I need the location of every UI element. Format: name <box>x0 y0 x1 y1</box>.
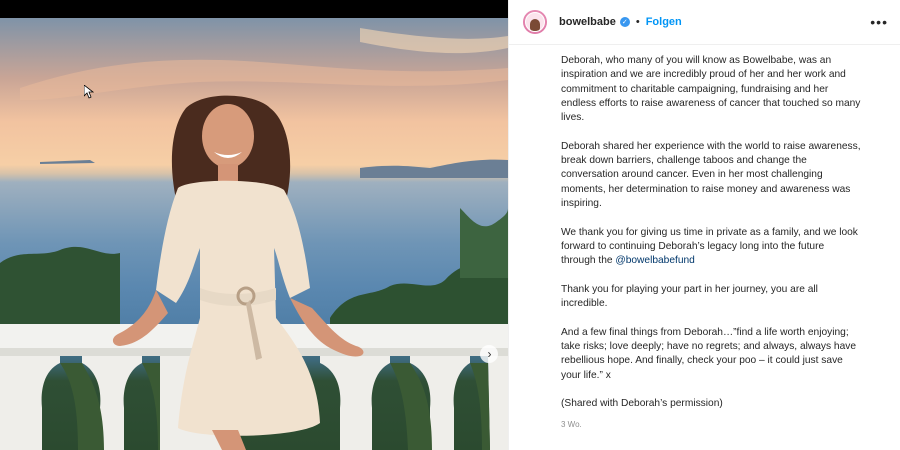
post-sidebar: bowelbabe ✓ • Folgen ••• Deborah, who ma… <box>508 0 900 450</box>
caption-paragraph-6: (Shared with Deborah’s permission) <box>561 398 723 410</box>
chevron-right-icon: › <box>487 347 492 361</box>
instagram-post-viewer: › bowelbabe ✓ • Folgen ••• Deborah, who … <box>0 0 900 450</box>
post-header: bowelbabe ✓ • Folgen ••• <box>509 0 900 45</box>
post-caption: Deborah, who many of you will know as Bo… <box>561 54 861 426</box>
avatar-face <box>530 19 540 31</box>
mention-link[interactable]: @bowelbabefund <box>615 255 694 266</box>
distant-hill <box>360 159 508 178</box>
separator-dot: • <box>635 16 640 28</box>
neck <box>218 164 238 182</box>
arch-foliage <box>470 363 490 450</box>
post-photo[interactable]: › <box>0 18 508 450</box>
more-options-icon[interactable]: ••• <box>870 14 888 30</box>
username-link[interactable]: bowelbabe <box>559 16 616 28</box>
media-top-bar <box>0 0 508 18</box>
caption-paragraph-3-text: We thank you for giving us time in priva… <box>561 226 858 267</box>
follow-button[interactable]: Folgen <box>646 16 682 28</box>
post-timestamp[interactable]: 3 Wo. <box>561 420 582 429</box>
caption-paragraph-5: And a few final things from Deborah…”fin… <box>561 326 857 381</box>
next-photo-button[interactable]: › <box>480 345 498 363</box>
tree-right <box>460 208 508 278</box>
photo-scene <box>0 28 508 450</box>
caption-paragraph-3: We thank you for giving us time in priva… <box>561 226 861 269</box>
caption-paragraph-4: Thank you for playing your part in her j… <box>561 283 818 310</box>
avatar[interactable] <box>523 10 547 34</box>
caption-paragraph-1: Deborah, who many of you will know as Bo… <box>561 55 861 124</box>
distant-hill <box>40 160 95 164</box>
verified-badge-icon: ✓ <box>619 17 630 27</box>
caption-paragraph-2: Deborah shared her experience with the w… <box>561 140 861 209</box>
face <box>202 104 254 168</box>
woman-figure <box>112 95 364 450</box>
avatar-image <box>525 12 545 32</box>
arch-foliage <box>142 363 160 450</box>
cloud <box>360 28 508 54</box>
